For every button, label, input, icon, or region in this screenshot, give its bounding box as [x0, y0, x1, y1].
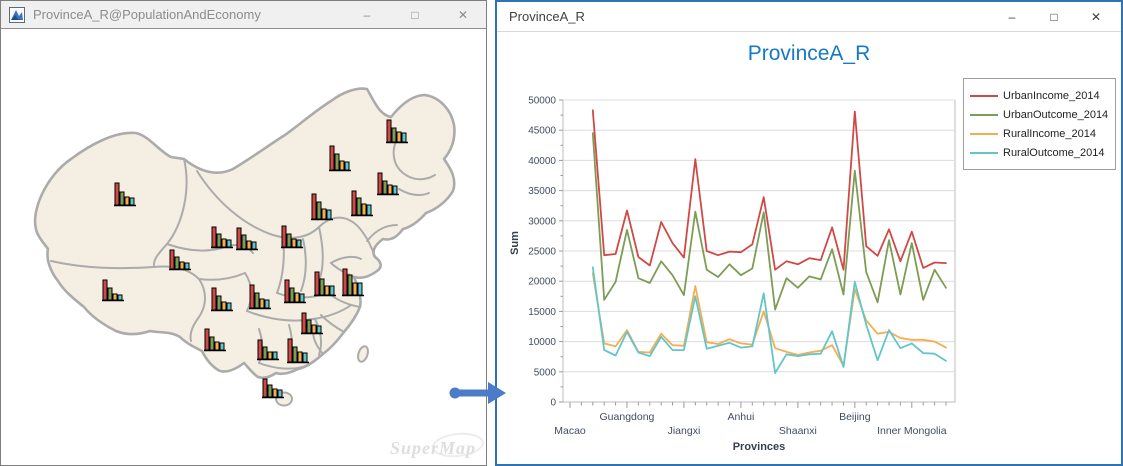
- y-axis-title: Sum: [509, 231, 521, 255]
- chart-window-title: ProvinceA_R: [509, 9, 991, 24]
- chart-window: ProvinceA_R – □ ✕ ProvinceA_R 0 5000 10000…: [495, 0, 1123, 466]
- x-tick-label: Jiangxi: [668, 425, 701, 437]
- legend-swatch: [970, 114, 998, 116]
- supermap-watermark: SuperMap: [390, 438, 476, 459]
- map-window-icon: [9, 7, 25, 23]
- y-tick-label: 10000: [528, 337, 556, 348]
- x-tick-label: Anhui: [727, 411, 754, 423]
- legend-item[interactable]: RuralOutcome_2014: [970, 143, 1109, 162]
- y-tick-label: 20000: [528, 277, 556, 288]
- province-barchart-marker[interactable]: [262, 379, 284, 398]
- y-tick-label: 15000: [528, 307, 556, 318]
- flow-arrow-icon: [448, 378, 508, 408]
- y-tick-label: 5000: [534, 367, 557, 378]
- map-window-titlebar[interactable]: ProvinceA_R@PopulationAndEconomy – □ ✕: [1, 1, 486, 29]
- legend-item[interactable]: UrbanIncome_2014: [970, 86, 1109, 105]
- chart-title: ProvinceA_R: [497, 42, 1121, 66]
- legend-label: RuralIncome_2014: [1003, 128, 1096, 140]
- legend-item[interactable]: UrbanOutcome_2014: [970, 105, 1109, 124]
- y-tick-label: 35000: [528, 186, 556, 197]
- x-tick-label: Macao: [554, 425, 586, 437]
- legend-swatch: [970, 95, 998, 97]
- legend-item[interactable]: RuralIncome_2014: [970, 124, 1109, 143]
- y-tick-label: 25000: [528, 247, 556, 258]
- chart-area[interactable]: ProvinceA_R 0 5000 10000 15000 20000 25000 300…: [497, 32, 1121, 464]
- y-tick-label: 30000: [528, 216, 556, 227]
- desktop-stage: ProvinceA_R@PopulationAndEconomy – □ ✕ S…: [0, 0, 1123, 466]
- chart-window-titlebar[interactable]: ProvinceA_R – □ ✕: [497, 2, 1121, 32]
- map-canvas[interactable]: SuperMap: [1, 29, 486, 465]
- map-window-title: ProvinceA_R@PopulationAndEconomy: [33, 7, 336, 22]
- map-window: ProvinceA_R@PopulationAndEconomy – □ ✕ S…: [0, 0, 487, 466]
- chart-maximize-button[interactable]: □: [1033, 4, 1075, 30]
- x-axis-title: Provinces: [563, 441, 955, 453]
- map-maximize-button[interactable]: □: [398, 4, 432, 26]
- map-minimize-button[interactable]: –: [350, 4, 384, 26]
- legend-label: UrbanIncome_2014: [1003, 90, 1100, 102]
- x-tick-label: Inner Mongolia: [877, 425, 947, 437]
- taiwan-island[interactable]: [356, 345, 370, 363]
- legend-label: RuralOutcome_2014: [1003, 147, 1105, 159]
- chart-minimize-button[interactable]: –: [991, 4, 1033, 30]
- y-tick-label: 40000: [528, 156, 556, 167]
- y-tick-label: 0: [550, 398, 556, 409]
- chart-close-button[interactable]: ✕: [1075, 4, 1117, 30]
- y-tick-label: 50000: [528, 96, 556, 107]
- y-tick-label: 45000: [528, 126, 556, 137]
- x-tick-label: Shaanxi: [779, 425, 817, 437]
- legend-swatch: [970, 133, 998, 135]
- chart-legend: UrbanIncome_2014 UrbanOutcome_2014 RuralIn…: [963, 78, 1116, 170]
- legend-swatch: [970, 152, 998, 154]
- map-close-button[interactable]: ✕: [446, 4, 480, 26]
- x-tick-label: Beijing: [839, 411, 871, 423]
- x-tick-label: Guangdong: [600, 411, 655, 423]
- china-map-svg: [1, 29, 486, 465]
- legend-label: UrbanOutcome_2014: [1003, 109, 1108, 121]
